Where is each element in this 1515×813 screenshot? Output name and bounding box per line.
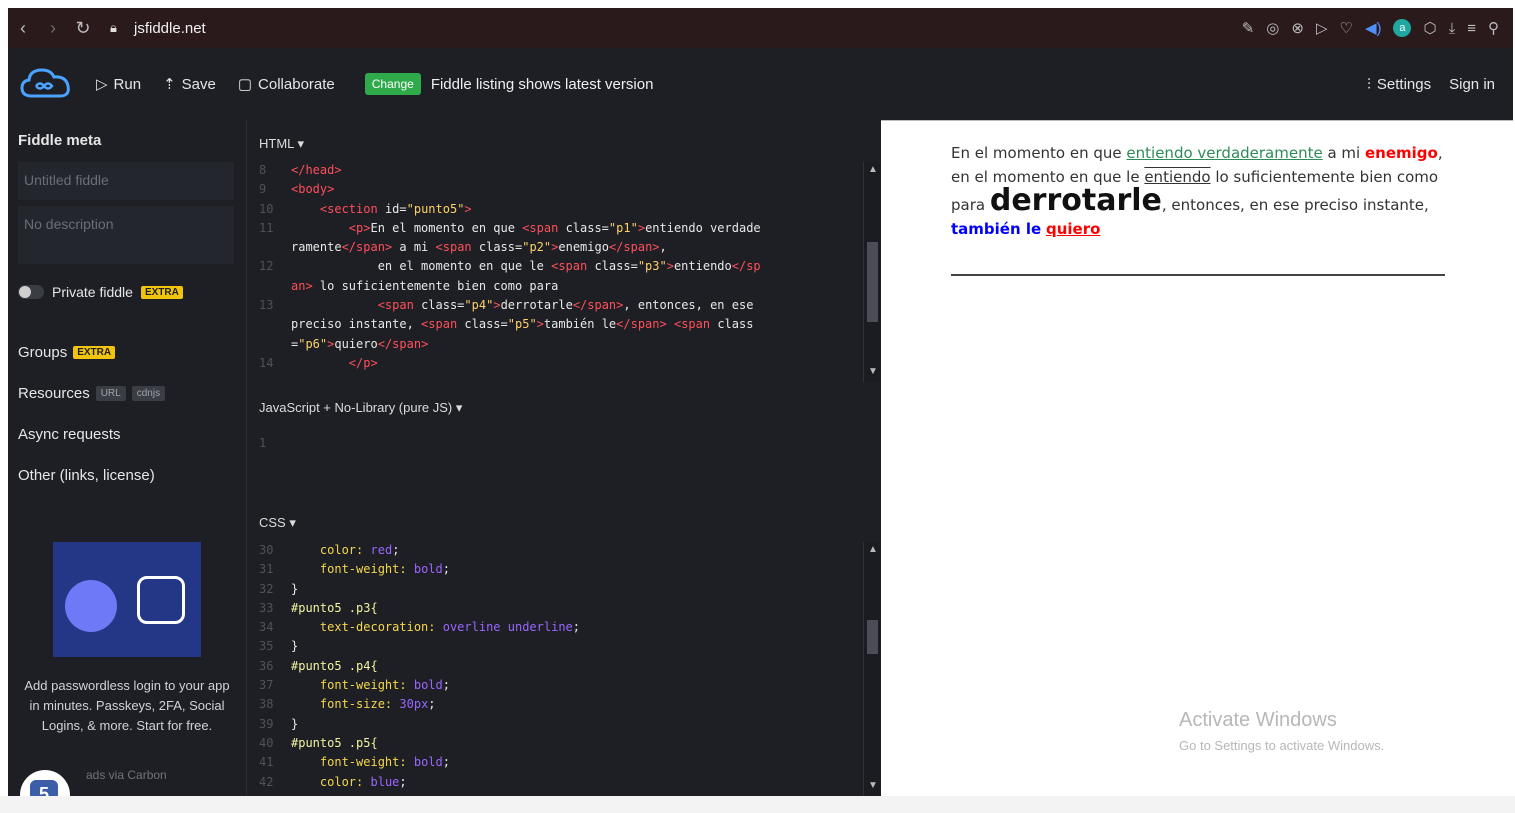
sliders-icon: ⫶ xyxy=(1367,75,1371,93)
watermark-subtitle: Go to Settings to activate Windows. xyxy=(1179,738,1385,753)
url-tag[interactable]: URL xyxy=(95,386,126,401)
span-p5: también le xyxy=(951,220,1042,238)
collaborate-button[interactable]: ▢ Collaborate xyxy=(237,75,335,94)
fiddle-description-input[interactable]: No description xyxy=(18,206,234,264)
sidebar-item-async[interactable]: Async requests xyxy=(18,426,121,443)
span-p4: derrotarle xyxy=(989,183,1162,218)
speaker-icon[interactable]: ◀︎) xyxy=(1365,19,1382,37)
text-segment: a mi xyxy=(1322,144,1365,162)
js-code-editor[interactable]: 1 xyxy=(259,434,291,453)
sidebar-item-groups[interactable]: Groups EXTRA xyxy=(18,344,116,361)
download-icon[interactable]: ⤓ xyxy=(1449,20,1456,37)
play-icon[interactable]: ▷ xyxy=(1316,19,1328,37)
scroll-down-icon[interactable]: ▼ xyxy=(868,780,878,791)
fiddle-title-input[interactable]: Untitled fiddle xyxy=(18,162,234,200)
forward-icon[interactable]: › xyxy=(38,18,68,39)
span-p2: enemigo xyxy=(1364,144,1438,162)
browser-toolbar: ‹ › ↻ 🔒︎ jsfiddle.net ✎ ◎ ⊗ ▷ ♡ ◀︎) a ⬡ … xyxy=(8,8,1513,48)
private-label: Private fiddle xyxy=(52,284,133,300)
chat-icon: ▢ xyxy=(237,76,253,93)
css-scroll-thumb[interactable] xyxy=(867,620,878,654)
extra-badge: EXTRA xyxy=(140,285,183,299)
collaborate-label: Collaborate xyxy=(258,75,335,93)
settings-button[interactable]: ⫶ Settings xyxy=(1367,76,1431,93)
save-button[interactable]: ⇡ Save xyxy=(163,75,216,94)
ad-via-label[interactable]: ads via Carbon xyxy=(86,768,167,782)
fiddle-meta-title: Fiddle meta xyxy=(18,132,102,149)
groups-label: Groups xyxy=(18,344,68,361)
cdnjs-tag[interactable]: cdnjs xyxy=(131,386,166,401)
html-scrollbar[interactable]: ▲ ▼ xyxy=(863,162,881,382)
heart-icon[interactable]: ♡ xyxy=(1340,19,1353,37)
back-icon[interactable]: ‹ xyxy=(8,18,38,39)
result-panel: En el momento en que entiendo verdaderam… xyxy=(881,120,1513,796)
css-code-editor[interactable]: 30 color: red; 31 font-weight: bold; 32}… xyxy=(259,541,580,792)
menu-icon[interactable]: ≡ xyxy=(1467,20,1476,37)
text-segment: , entonces, en ese preciso instante, xyxy=(1161,196,1429,214)
editor-panels: HTML ▾ 8 </head> 9 <body> 10 <section id="… xyxy=(246,120,881,796)
span-p1: entiendo verdaderamente xyxy=(1126,144,1323,162)
app-toolbar: ▷ Run ⇡ Save ▢ Collaborate Change Fiddle… xyxy=(8,48,1513,120)
face-id-icon xyxy=(137,576,185,624)
sidebar-item-other[interactable]: Other (links, license) xyxy=(18,467,155,484)
css-scrollbar[interactable]: ▲ ▼ xyxy=(863,542,881,796)
private-fiddle-row[interactable]: Private fiddle EXTRA xyxy=(18,284,183,300)
result-paragraph: En el momento en que entiendo verdaderam… xyxy=(951,141,1445,241)
scroll-up-icon[interactable]: ▲ xyxy=(868,544,878,555)
watermark-title: Activate Windows xyxy=(1179,709,1337,731)
reload-icon[interactable]: ↻ xyxy=(68,18,98,39)
scroll-down-icon[interactable]: ▼ xyxy=(868,366,878,377)
edit-icon[interactable]: ✎ xyxy=(1242,19,1255,37)
browser-extensions: ✎ ◎ ⊗ ▷ ♡ ◀︎) a ⬡ ⤓ ≡ ⚲ xyxy=(1242,19,1513,37)
run-label: Run xyxy=(113,75,142,93)
block-icon[interactable]: ⊗ xyxy=(1291,19,1304,37)
css-panel-label[interactable]: CSS ▾ xyxy=(259,515,296,531)
js-panel-label[interactable]: JavaScript + No-Library (pure JS) ▾ xyxy=(259,400,462,416)
html-panel-label[interactable]: HTML ▾ xyxy=(259,136,304,152)
sidebar-item-resources[interactable]: Resources URL cdnjs xyxy=(18,385,166,402)
settings-label: Settings xyxy=(1376,75,1432,93)
listing-notice: Fiddle listing shows latest version xyxy=(430,75,654,93)
account-avatar[interactable]: a xyxy=(1393,19,1412,37)
lock-icon: 🔒︎ xyxy=(110,20,117,35)
extra-badge: EXTRA xyxy=(73,346,116,359)
play-icon: ▷ xyxy=(96,76,108,93)
profile-icon[interactable]: ⚲ xyxy=(1488,19,1499,37)
cube-icon[interactable]: ⬡ xyxy=(1423,19,1436,37)
ad-text[interactable]: Add passwordless login to your app in mi… xyxy=(22,676,232,736)
text-segment: En el momento en que xyxy=(951,144,1127,162)
jsfiddle-logo[interactable] xyxy=(18,64,74,104)
run-button[interactable]: ▷ Run xyxy=(96,75,142,94)
resources-label: Resources xyxy=(18,385,90,402)
html-code-editor[interactable]: 8 </head> 9 <body> 10 <section id="punto5"… xyxy=(259,161,761,373)
bottom-strip xyxy=(0,796,1515,813)
activate-windows-watermark: Activate Windows Go to Settings to activ… xyxy=(1179,709,1384,753)
camera-icon[interactable]: ◎ xyxy=(1266,19,1279,37)
private-toggle[interactable] xyxy=(18,285,44,299)
fingerprint-icon xyxy=(65,580,117,632)
save-label: Save xyxy=(181,75,216,93)
html-scroll-thumb[interactable] xyxy=(867,242,878,322)
span-p6: quiero xyxy=(1045,220,1101,238)
sidebar: Fiddle meta Untitled fiddle No descripti… xyxy=(8,120,246,813)
change-badge[interactable]: Change xyxy=(364,73,421,95)
cloud-upload-icon: ⇡ xyxy=(163,76,176,93)
address-bar[interactable]: jsfiddle.net xyxy=(134,20,206,37)
signin-link[interactable]: Sign in xyxy=(1449,76,1495,93)
section-divider xyxy=(951,274,1445,276)
ad-image[interactable] xyxy=(53,542,201,657)
scroll-up-icon[interactable]: ▲ xyxy=(868,164,878,175)
